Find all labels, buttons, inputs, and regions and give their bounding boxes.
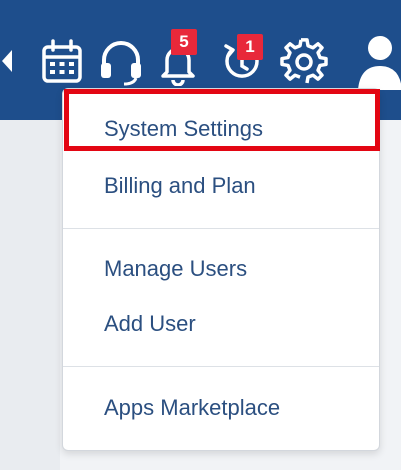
settings-dropdown-menu: System Settings Billing and Plan Manage … <box>62 88 380 451</box>
headset-icon[interactable] <box>98 38 144 86</box>
page-content-left-pane <box>0 120 60 470</box>
updates-badge: 1 <box>237 34 263 60</box>
user-icon[interactable] <box>356 32 401 92</box>
back-arrow-icon[interactable] <box>0 46 14 76</box>
menu-item-add-user[interactable]: Add User <box>63 300 379 348</box>
menu-item-system-settings[interactable]: System Settings <box>63 105 379 153</box>
menu-divider <box>63 228 379 229</box>
gear-icon[interactable] <box>280 38 328 86</box>
notifications-badge: 5 <box>171 29 197 55</box>
calendar-icon[interactable] <box>40 38 84 86</box>
menu-divider <box>63 366 379 367</box>
menu-item-apps-marketplace[interactable]: Apps Marketplace <box>63 384 379 432</box>
menu-item-manage-users[interactable]: Manage Users <box>63 245 379 293</box>
menu-item-billing-and-plan[interactable]: Billing and Plan <box>63 162 379 210</box>
